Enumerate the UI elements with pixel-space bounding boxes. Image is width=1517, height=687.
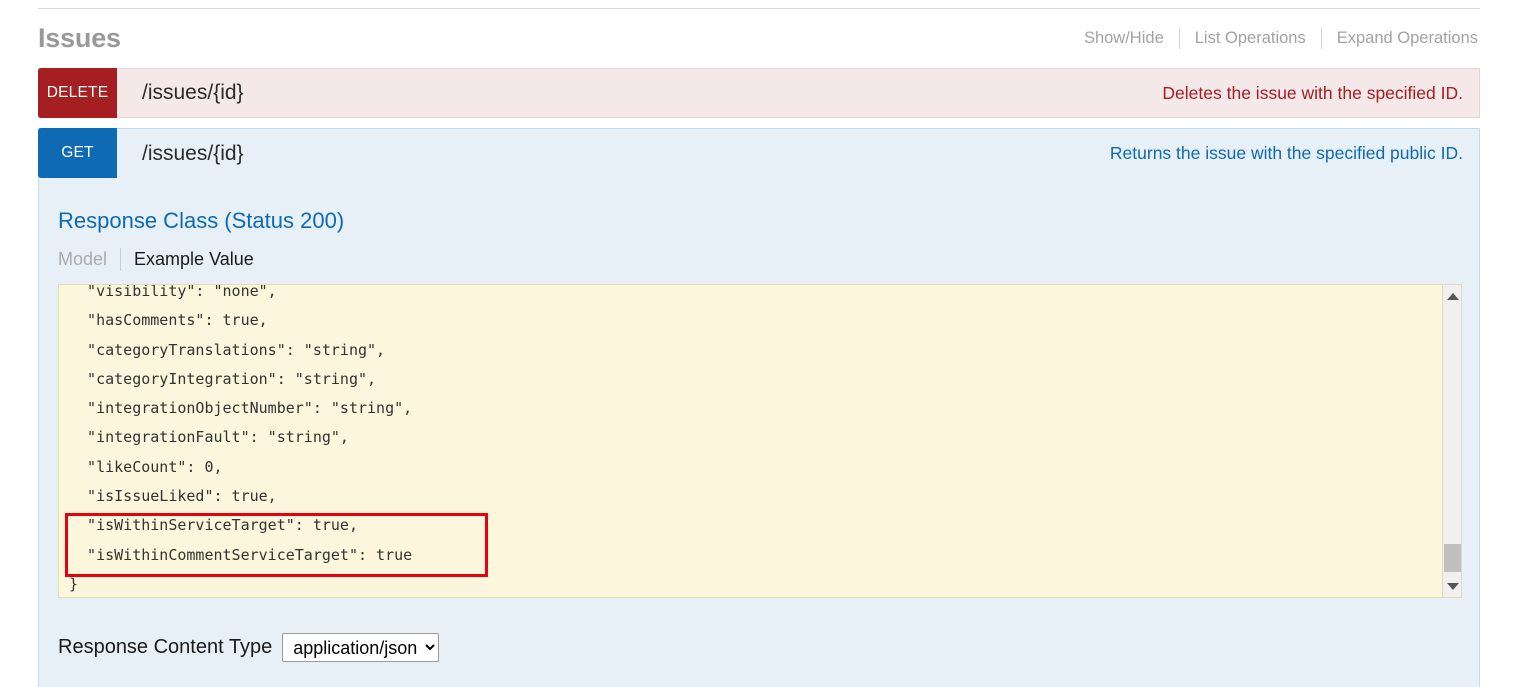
example-value-container[interactable]: "visibility": "none", "hasComments": tru… (58, 284, 1462, 598)
model-tabs: Model Example Value (58, 248, 267, 271)
example-value-scrollbar[interactable] (1442, 285, 1461, 597)
response-content-type-select[interactable]: application/json (282, 633, 440, 662)
response-content-type-label: Response Content Type (58, 636, 273, 658)
operation-path-get[interactable]: /issues/{id} (117, 129, 1110, 178)
response-content-type-row: Response Content Type application/json (58, 633, 440, 662)
method-badge-get[interactable]: GET (38, 128, 117, 178)
example-value-code: "visibility": "none", "hasComments": tru… (69, 284, 413, 593)
scrollbar-thumb[interactable] (1444, 544, 1461, 572)
response-class-title: Response Class (Status 200) (58, 208, 345, 233)
expand-operations-link[interactable]: Expand Operations (1322, 29, 1480, 48)
show-hide-link[interactable]: Show/Hide (1069, 29, 1179, 48)
scroll-up-icon[interactable] (1443, 287, 1461, 305)
resource-header: Issues Show/Hide List Operations Expand … (38, 20, 1480, 66)
tab-example-value[interactable]: Example Value (121, 249, 267, 270)
operation-description-get: Returns the issue with the specified pub… (1109, 143, 1463, 163)
operation-description-delete: Deletes the issue with the specified ID. (1162, 82, 1463, 103)
top-divider (38, 8, 1480, 9)
operation-path-delete[interactable]: /issues/{id} (117, 69, 1162, 117)
operation-content-panel: Response Class (Status 200) Model Exampl… (38, 178, 1480, 687)
method-badge-delete[interactable]: DELETE (38, 68, 117, 118)
tab-model[interactable]: Model (58, 249, 120, 270)
operation-row-get[interactable]: GET /issues/{id} Returns the issue with … (38, 128, 1480, 178)
scroll-down-icon[interactable] (1443, 577, 1461, 595)
swagger-ui-page: Issues Show/Hide List Operations Expand … (0, 0, 1517, 687)
resource-options: Show/Hide List Operations Expand Operati… (1069, 28, 1480, 49)
list-operations-link[interactable]: List Operations (1180, 29, 1321, 48)
operation-row-delete[interactable]: DELETE /issues/{id} Deletes the issue wi… (38, 68, 1480, 118)
page-title: Issues (38, 23, 121, 53)
